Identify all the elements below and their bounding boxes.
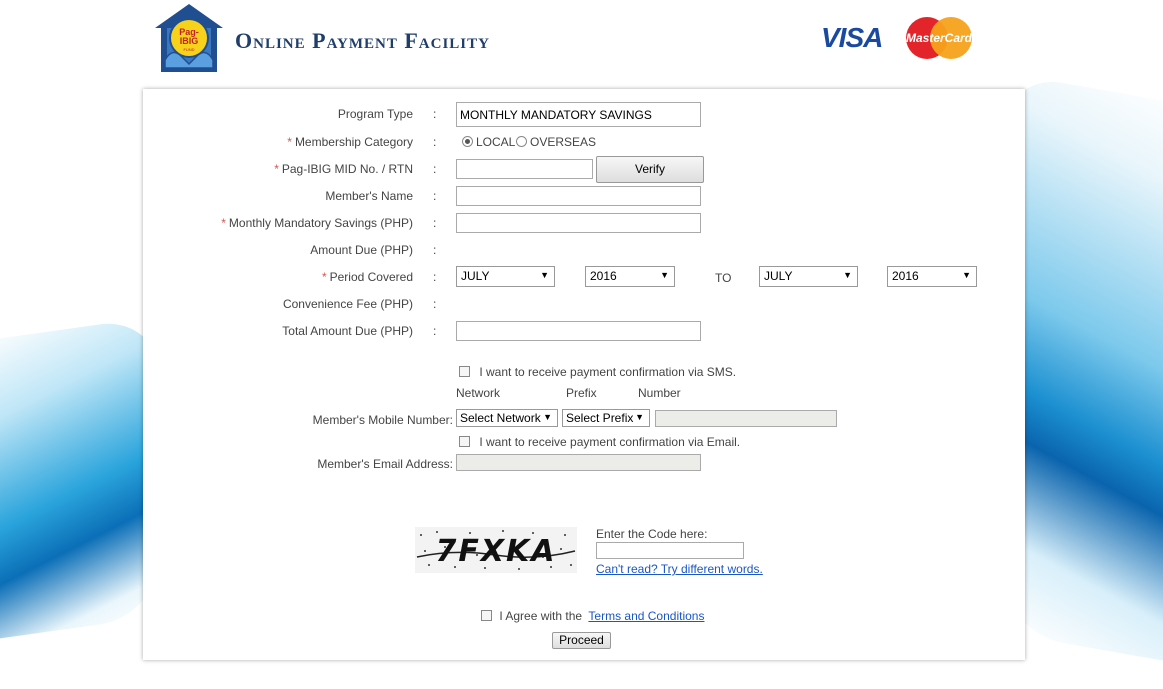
- colon: :: [433, 162, 437, 176]
- total-amount-input[interactable]: [456, 321, 701, 341]
- terms-link[interactable]: Terms and Conditions: [588, 609, 704, 623]
- radio-unchecked-icon: [516, 136, 527, 147]
- mid-no-label: * Pag-IBIG MID No. / RTN: [274, 162, 413, 176]
- dropdown-arrow-icon: ▼: [660, 270, 669, 280]
- membership-category-row: * Membership Category : LOCAL OVERSEAS: [143, 132, 1025, 152]
- dropdown-arrow-icon: ▼: [543, 412, 552, 422]
- mastercard-logo: MasterCard: [906, 17, 973, 59]
- payment-form-panel: Program Type : *Membership Category : LO…: [143, 89, 1025, 660]
- colon: :: [433, 270, 437, 284]
- to-label: TO: [715, 271, 732, 285]
- period-covered-label: * Period Covered: [321, 270, 413, 284]
- network-select[interactable]: Select Network ▼: [456, 409, 558, 427]
- captcha-image: 7FXKA: [415, 527, 577, 573]
- member-name-input[interactable]: [456, 186, 701, 206]
- email-address-label: Member's Email Address:: [317, 457, 453, 471]
- background-swoosh-right: [1003, 72, 1163, 668]
- dropdown-arrow-icon: ▼: [635, 412, 644, 422]
- email-checkbox-label: I want to receive payment confirmation v…: [479, 435, 741, 449]
- mobile-number-row: Member's Mobile Number: Select Network ▼ …: [143, 409, 1025, 429]
- membership-category-label: * Membership Category: [287, 135, 413, 149]
- mobile-number-label: Member's Mobile Number:: [312, 413, 453, 427]
- email-checkbox[interactable]: [459, 436, 470, 447]
- colon: :: [433, 107, 437, 121]
- amount-due-label: Amount Due (PHP): [310, 243, 413, 257]
- svg-text:IBIG: IBIG: [180, 36, 199, 46]
- network-column-label: Network: [456, 386, 501, 400]
- monthly-savings-row: * Monthly Mandatory Savings (PHP) :: [143, 213, 1025, 233]
- verify-button[interactable]: Verify: [596, 156, 704, 183]
- brand-title: Online Payment Facility: [235, 28, 490, 53]
- colon: :: [433, 324, 437, 338]
- total-amount-row: Total Amount Due (PHP) :: [143, 321, 1025, 341]
- prefix-column-label: Prefix: [566, 386, 597, 400]
- number-column-label: Number: [638, 386, 681, 400]
- mid-no-row: * Pag-IBIG MID No. / RTN : Verify: [143, 156, 1025, 183]
- svg-text:MasterCard: MasterCard: [906, 31, 973, 45]
- total-amount-label: Total Amount Due (PHP): [282, 324, 413, 338]
- radio-checked-icon: [462, 136, 473, 147]
- colon: :: [433, 216, 437, 230]
- captcha-prompt: Enter the Code here:: [596, 527, 708, 541]
- from-year-select[interactable]: 2016 ▼: [585, 266, 675, 287]
- program-type-field[interactable]: [456, 102, 701, 127]
- to-month-select[interactable]: JULY ▼: [759, 266, 858, 287]
- to-year-select[interactable]: 2016 ▼: [887, 266, 977, 287]
- monthly-savings-label: * Monthly Mandatory Savings (PHP): [221, 216, 413, 230]
- member-name-label: Member's Name: [325, 189, 413, 203]
- svg-text:7FXKA: 7FXKA: [436, 534, 557, 569]
- captcha-input[interactable]: [596, 542, 744, 559]
- sms-checkbox-label: I want to receive payment confirmation v…: [479, 365, 737, 379]
- dropdown-arrow-icon: ▼: [962, 270, 971, 280]
- captcha-refresh-link[interactable]: Can't read? Try different words.: [596, 562, 763, 576]
- proceed-button[interactable]: Proceed: [552, 632, 611, 649]
- agreement-row: I Agree with the Terms and Conditions: [481, 609, 704, 623]
- amount-due-row: Amount Due (PHP) :: [143, 240, 1025, 260]
- agree-checkbox[interactable]: [481, 610, 492, 621]
- sms-checkbox-row: I want to receive payment confirmation v…: [459, 365, 736, 379]
- agree-label: I Agree with the: [499, 609, 583, 623]
- colon: :: [433, 135, 437, 149]
- convenience-fee-label: Convenience Fee (PHP): [282, 297, 413, 311]
- visa-logo: VISA: [821, 22, 883, 53]
- header: Pag- IBIG FUND Online Payment Facility V…: [143, 0, 1025, 85]
- email-checkbox-row: I want to receive payment confirmation v…: [459, 435, 740, 449]
- email-address-input[interactable]: [456, 454, 701, 471]
- dropdown-arrow-icon: ▼: [540, 270, 549, 280]
- radio-overseas[interactable]: OVERSEAS: [516, 135, 596, 149]
- colon: :: [433, 297, 437, 311]
- sms-checkbox[interactable]: [459, 366, 470, 377]
- mobile-number-input[interactable]: [655, 410, 837, 427]
- convenience-fee-row: Convenience Fee (PHP) :: [143, 294, 1025, 314]
- svg-text:FUND: FUND: [183, 47, 194, 52]
- colon: :: [433, 189, 437, 203]
- period-covered-row: * Period Covered : JULY ▼ 2016 ▼ TO JULY ▼ 2…: [143, 266, 1025, 287]
- program-type-label: Program Type: [337, 107, 413, 121]
- background-swoosh-left: [0, 315, 160, 645]
- radio-local[interactable]: LOCAL: [462, 135, 515, 149]
- member-name-row: Member's Name :: [143, 186, 1025, 206]
- email-address-row: Member's Email Address:: [143, 453, 1025, 473]
- colon: :: [433, 243, 437, 257]
- dropdown-arrow-icon: ▼: [843, 270, 852, 280]
- from-month-select[interactable]: JULY ▼: [456, 266, 555, 287]
- pagibig-logo: Pag- IBIG FUND: [155, 4, 223, 72]
- prefix-select[interactable]: Select Prefix ▼: [562, 409, 650, 427]
- program-type-row: Program Type :: [143, 102, 1025, 127]
- mid-no-input[interactable]: [456, 159, 593, 179]
- monthly-savings-input[interactable]: [456, 213, 701, 233]
